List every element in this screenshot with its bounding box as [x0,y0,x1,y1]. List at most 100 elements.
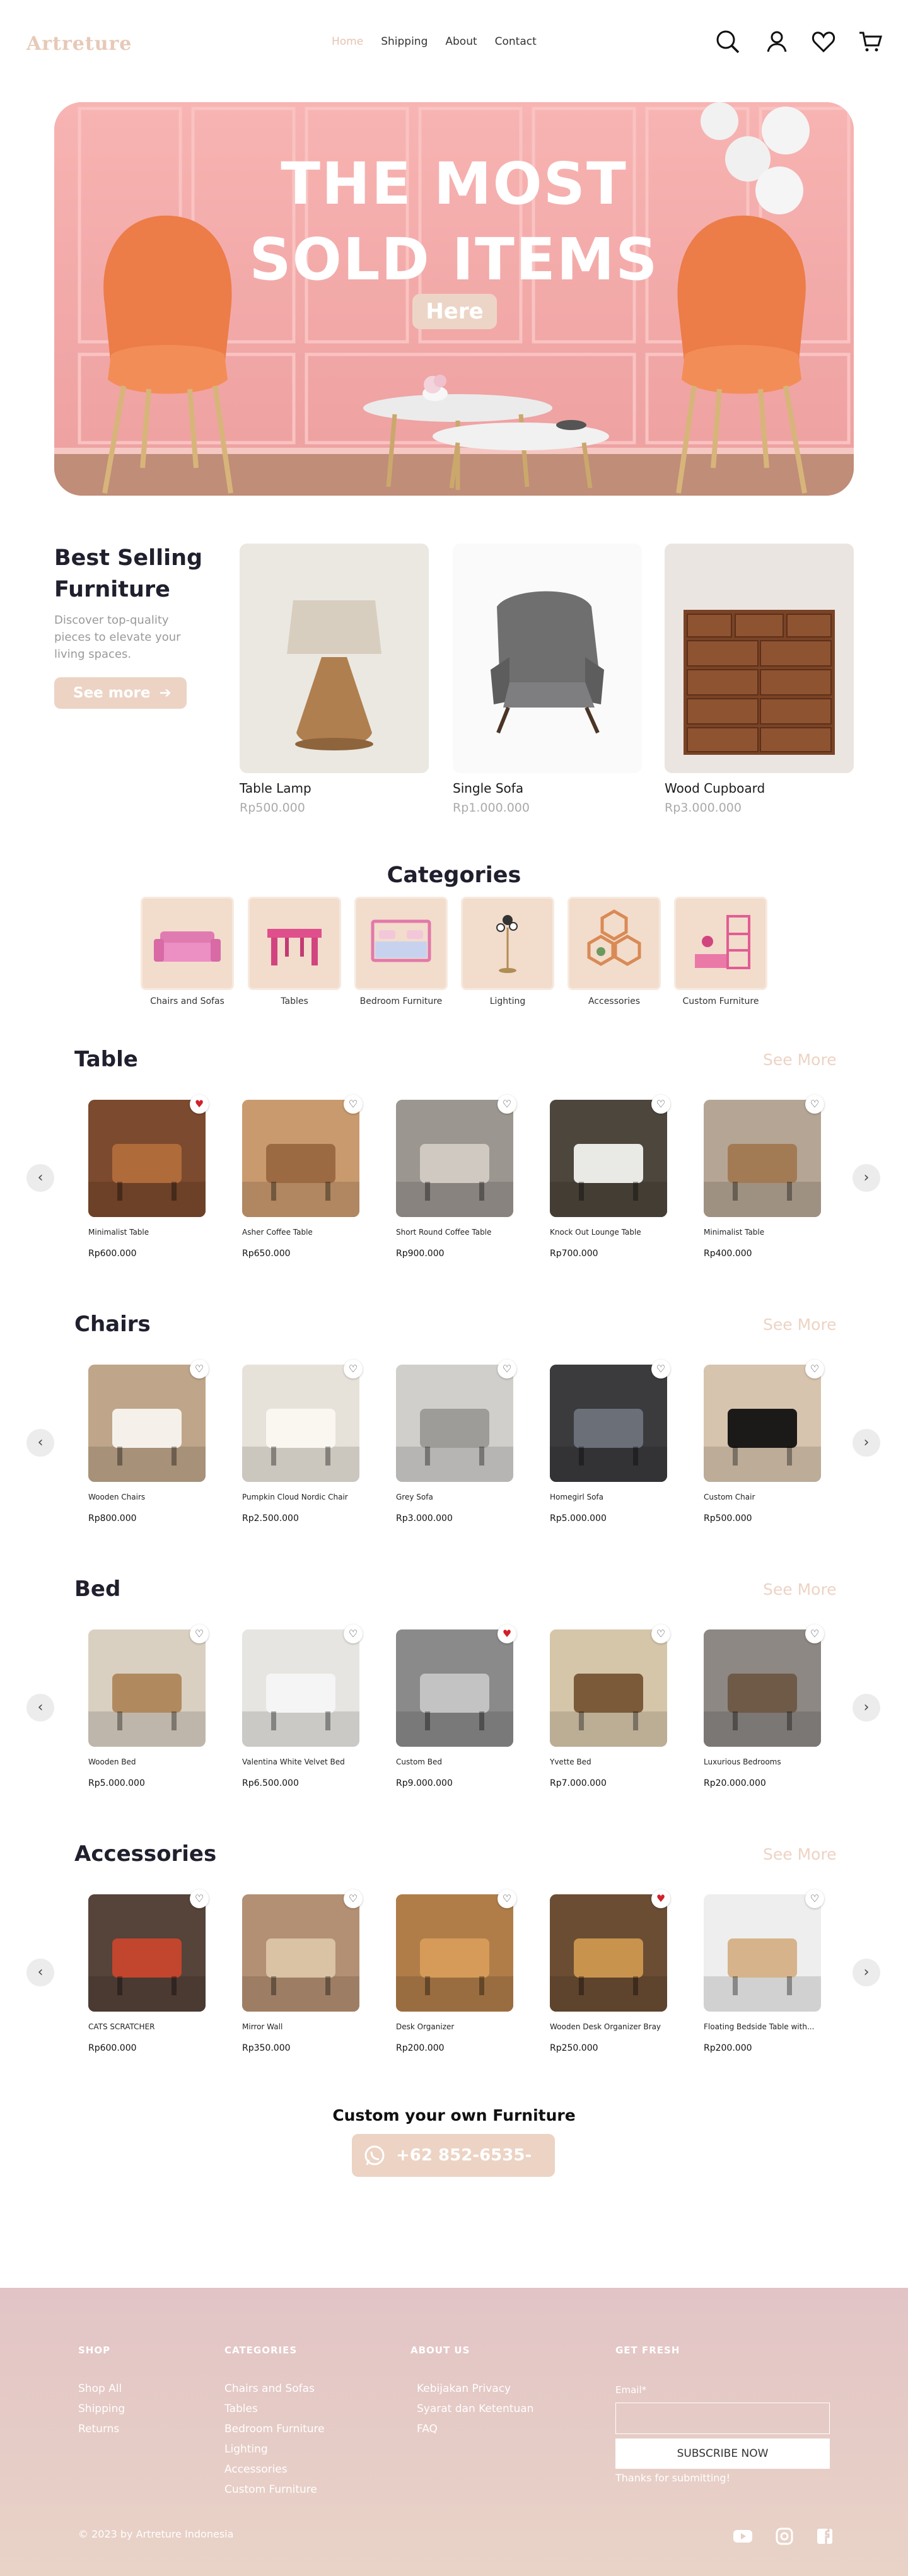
product-image[interactable] [396,1894,513,2012]
footer-link[interactable]: Custom Furniture [224,2480,325,2500]
category-accessories[interactable] [568,897,661,990]
product-image[interactable] [242,1365,359,1482]
product-price: Rp5.000.000 [88,1778,145,1788]
category-tables[interactable] [248,897,341,990]
see-more-link[interactable]: See More [763,1845,837,1863]
product-image[interactable] [396,1629,513,1747]
product-image[interactable] [396,1100,513,1217]
prev-arrow-icon[interactable]: ‹ [26,1164,54,1192]
hero-here-button[interactable]: Here [412,294,497,329]
nav-home[interactable]: Home [332,35,363,48]
see-more-link[interactable]: See More [763,1315,837,1334]
product-name: Desk Organizer [396,2022,455,2031]
footer-link[interactable]: Shop All [78,2379,125,2399]
category-chairs-sofas[interactable] [141,897,234,990]
section-title: Table [74,1047,138,1072]
prev-arrow-icon[interactable]: ‹ [26,1694,54,1722]
product-image[interactable] [550,1629,667,1747]
product-image[interactable] [242,1100,359,1217]
heart-icon[interactable] [811,29,836,54]
product-card-wood-cupboard[interactable] [665,544,854,773]
favorite-heart-icon[interactable]: ♡ [651,1360,670,1378]
category-bedroom[interactable] [354,897,448,990]
bs-item-price: Rp500.000 [240,801,305,815]
search-icon[interactable] [715,29,740,54]
see-more-button[interactable]: See more ➔ [54,677,187,709]
arrow-right-icon: ➔ [159,685,172,701]
favorite-heart-icon[interactable]: ♥ [190,1095,209,1114]
next-arrow-icon[interactable]: › [853,1429,880,1457]
favorite-heart-icon[interactable]: ♡ [498,1889,516,1908]
category-lighting[interactable] [461,897,554,990]
footer-link[interactable]: FAQ [417,2419,533,2439]
favorite-heart-icon[interactable]: ♡ [190,1360,209,1378]
product-image[interactable] [88,1100,206,1217]
product-card-table-lamp[interactable] [240,544,429,773]
favorite-heart-icon[interactable]: ♡ [190,1624,209,1643]
user-icon[interactable] [764,29,789,54]
favorite-heart-icon[interactable]: ♡ [805,1624,824,1643]
favorite-heart-icon[interactable]: ♥ [498,1624,516,1643]
product-image[interactable] [88,1629,206,1747]
footer-link[interactable]: Tables [224,2399,325,2419]
see-more-link[interactable]: See More [763,1051,837,1069]
nav-shipping[interactable]: Shipping [381,35,428,48]
product-price: Rp700.000 [550,1249,598,1259]
subscribe-button[interactable]: SUBSCRIBE NOW [615,2439,830,2469]
footer-link[interactable]: Accessories [224,2459,325,2480]
favorite-heart-icon[interactable]: ♡ [190,1889,209,1908]
favorite-heart-icon[interactable]: ♡ [805,1889,824,1908]
favorite-heart-icon[interactable]: ♥ [651,1889,670,1908]
product-image[interactable] [704,1365,821,1482]
favorite-heart-icon[interactable]: ♡ [344,1624,363,1643]
youtube-icon[interactable] [731,2525,754,2548]
product-image[interactable] [88,1365,206,1482]
nav-contact[interactable]: Contact [495,35,537,48]
product-image[interactable] [88,1894,206,2012]
footer-link[interactable]: Kebijakan Privacy [417,2379,533,2399]
whatsapp-button[interactable]: +62 852-6535-6019 [352,2134,555,2208]
product-image[interactable] [550,1894,667,2012]
product-image[interactable] [550,1365,667,1482]
next-arrow-icon[interactable]: › [853,1959,880,1986]
product-name: Wooden Chairs [88,1493,146,1501]
product-card-single-sofa[interactable] [453,544,642,773]
favorite-heart-icon[interactable]: ♡ [651,1095,670,1114]
favorite-heart-icon[interactable]: ♡ [344,1095,363,1114]
footer-link[interactable]: Syarat dan Ketentuan [417,2399,533,2419]
product-image[interactable] [550,1100,667,1217]
favorite-heart-icon[interactable]: ♡ [344,1889,363,1908]
footer-link[interactable]: Chairs and Sofas [224,2379,325,2399]
instagram-icon[interactable] [773,2525,796,2548]
favorite-heart-icon[interactable]: ♡ [498,1360,516,1378]
favorite-heart-icon[interactable]: ♡ [344,1360,363,1378]
product-image[interactable] [396,1365,513,1482]
favorite-heart-icon[interactable]: ♡ [805,1095,824,1114]
product-image[interactable] [704,1894,821,2012]
category-custom[interactable] [674,897,767,990]
prev-arrow-icon[interactable]: ‹ [26,1429,54,1457]
footer-link[interactable]: Returns [78,2419,125,2439]
cart-icon[interactable] [858,29,883,54]
brand-logo[interactable]: Artreture [26,33,132,55]
prev-arrow-icon[interactable]: ‹ [26,1959,54,1986]
product-image[interactable] [704,1100,821,1217]
product-image[interactable] [704,1629,821,1747]
next-arrow-icon[interactable]: › [853,1164,880,1192]
footer-link[interactable]: Lighting [224,2439,325,2459]
see-more-link[interactable]: See More [763,1580,837,1599]
favorite-heart-icon[interactable]: ♡ [651,1624,670,1643]
product-photo [396,1894,513,2012]
favorite-heart-icon[interactable]: ♡ [805,1360,824,1378]
product-image[interactable] [242,1629,359,1747]
footer-link[interactable]: Shipping [78,2399,125,2419]
nav-about[interactable]: About [445,35,477,48]
product-name: Homegirl Sofa [550,1493,604,1501]
facebook-icon[interactable] [813,2525,836,2548]
next-arrow-icon[interactable]: › [853,1694,880,1722]
email-field[interactable] [615,2403,830,2434]
footer-link[interactable]: Bedroom Furniture [224,2419,325,2439]
product-image[interactable] [242,1894,359,2012]
product-name: CATS SCRATCHER [88,2022,155,2031]
favorite-heart-icon[interactable]: ♡ [498,1095,516,1114]
